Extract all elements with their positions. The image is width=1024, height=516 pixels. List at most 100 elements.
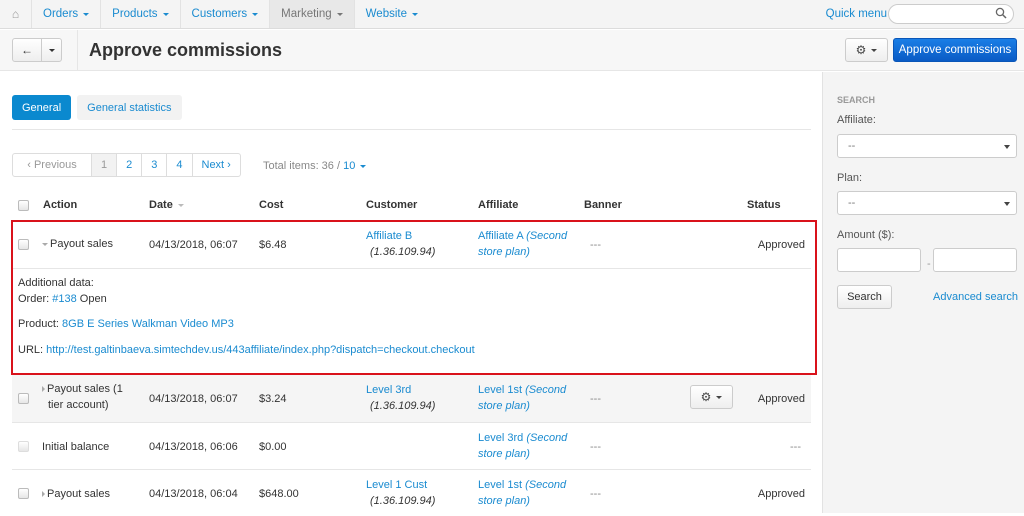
nav-website[interactable]: Website — [355, 0, 429, 28]
row-checkbox[interactable] — [18, 393, 29, 404]
affiliate-link[interactable]: Level 3rd (Second store plan) — [478, 432, 567, 460]
row-status: Approved — [757, 488, 805, 500]
quick-menu-link[interactable]: Quick menu — [826, 8, 887, 20]
row-customer: Level 1 Cust (1.36.109.94) — [366, 477, 435, 509]
next-page-button[interactable]: Next › — [191, 154, 240, 176]
customer-ip: (1.36.109.94) — [370, 495, 436, 507]
items-per-page-value: 10 — [343, 160, 356, 172]
approve-commissions-button[interactable]: Approve commissions — [893, 38, 1017, 62]
row-affiliate: Level 1st (Second store plan) — [478, 477, 566, 509]
row-date: 04/13/2018, 06:07 — [149, 393, 238, 405]
chevron-down-icon — [360, 164, 367, 168]
affiliate-link[interactable]: Level 1st (Second store plan) — [478, 384, 566, 412]
order-status: Open — [76, 293, 107, 305]
nav-products[interactable]: Products — [101, 0, 181, 28]
row-date: 04/13/2018, 06:04 — [149, 488, 238, 500]
customer-link[interactable]: Level 3rd — [366, 384, 411, 396]
chevron-down-icon — [716, 395, 723, 399]
row-action[interactable]: Payout sales (1 tier account) — [42, 381, 123, 413]
product-link[interactable]: 8GB E Series Walkman Video MP3 — [62, 318, 234, 330]
column-customer: Customer — [366, 199, 418, 211]
affiliate-name: Level 1st — [478, 384, 523, 396]
previous-page-button[interactable]: ‹ Previous — [13, 154, 91, 176]
nav-orders[interactable]: Orders — [32, 0, 102, 28]
settings-dropdown-button[interactable]: ⚙ — [845, 38, 888, 62]
affiliate-plan: (Second — [525, 384, 567, 396]
row-affiliate: Level 1st (Second store plan) — [478, 382, 566, 414]
page-3-button[interactable]: 3 — [141, 154, 166, 176]
tab-general[interactable]: General — [12, 95, 72, 120]
row-actions-dropdown[interactable]: ⚙ — [690, 385, 733, 409]
row-checkbox[interactable] — [18, 488, 29, 499]
url-link[interactable]: http://test.galtinbaeva.simtechdev.us/44… — [46, 344, 475, 356]
affiliate-link[interactable]: Affiliate A (Second store plan) — [478, 230, 567, 258]
affiliate-select[interactable]: -- — [837, 134, 1017, 158]
order-link[interactable]: #138 — [52, 293, 76, 305]
page-title: Approve commissions — [89, 40, 283, 60]
column-date[interactable]: Date — [149, 199, 184, 211]
select-all-checkbox[interactable] — [18, 200, 29, 211]
column-banner: Banner — [584, 199, 622, 211]
row-status: --- — [790, 441, 801, 453]
chevron-down-icon — [162, 12, 169, 16]
total-items: Total items: 36 / 10 — [263, 160, 367, 172]
items-per-page-dropdown[interactable]: 10 — [343, 160, 367, 172]
page-4-button[interactable]: 4 — [166, 154, 191, 176]
amount-separator: - — [927, 258, 931, 270]
customer-link[interactable]: Affiliate B — [366, 230, 412, 242]
details-product: Product: 8GB E Series Walkman Video MP3 — [18, 318, 234, 330]
row-cost: $648.00 — [259, 488, 299, 500]
row-status: Approved — [757, 239, 805, 251]
expand-icon[interactable] — [42, 491, 45, 498]
home-icon[interactable]: ⌂ — [0, 0, 32, 28]
chevron-down-icon — [252, 12, 259, 16]
main-content: General General statistics ‹ Previous 1 … — [0, 72, 822, 513]
header-divider — [77, 30, 78, 71]
back-dropdown-button[interactable] — [41, 39, 61, 61]
page-2-button[interactable]: 2 — [116, 154, 141, 176]
nav-customers[interactable]: Customers — [181, 0, 271, 28]
row-checkbox[interactable] — [18, 239, 29, 250]
column-cost: Cost — [259, 199, 284, 211]
search-icon[interactable] — [995, 7, 1007, 19]
collapse-icon[interactable] — [42, 242, 48, 246]
tabs-divider — [12, 129, 811, 130]
row-details: Additional data: Order: #138 Open Produc… — [12, 268, 811, 372]
expand-icon[interactable] — [42, 386, 45, 393]
customer-ip: (1.36.109.94) — [370, 400, 436, 412]
row-banner: --- — [590, 441, 601, 453]
row-action-label: Payout sales — [47, 488, 110, 500]
row-affiliate: Level 3rd (Second store plan) — [478, 430, 567, 462]
search-button[interactable]: Search — [837, 285, 892, 309]
amount-to-input[interactable] — [933, 248, 1017, 272]
row-action[interactable]: Payout sales — [42, 486, 110, 502]
affiliate-name: Level 3rd — [478, 432, 524, 444]
top-navigation: ⌂ Orders Products Customers Marketing We… — [0, 0, 1024, 29]
customer-link[interactable]: Level 1 Cust — [366, 479, 427, 491]
nav-orders-label: Orders — [43, 8, 79, 20]
affiliate-label: Affiliate: — [837, 114, 876, 126]
row-action[interactable]: Payout sales — [42, 236, 113, 252]
affiliate-select-value: -- — [848, 140, 856, 152]
chevron-down-icon — [83, 12, 90, 16]
amount-from-input[interactable] — [837, 248, 921, 272]
plan-select[interactable]: -- — [837, 191, 1017, 215]
affiliate-link[interactable]: Level 1st (Second store plan) — [478, 479, 566, 507]
table-header: Action Date Cost Customer Affiliate Bann… — [12, 192, 811, 218]
page-1-button[interactable]: 1 — [91, 154, 117, 176]
affiliate-plan-cont: store plan) — [478, 400, 530, 412]
tab-general-statistics[interactable]: General statistics — [77, 95, 182, 120]
sort-down-icon — [177, 203, 184, 207]
advanced-search-link[interactable]: Advanced search — [933, 291, 1018, 303]
quick-search-input[interactable] — [888, 4, 1014, 24]
tabs: General General statistics — [12, 95, 182, 120]
affiliate-name: Affiliate A — [478, 230, 524, 242]
chevron-down-icon — [412, 12, 418, 16]
nav-marketing[interactable]: Marketing — [270, 0, 355, 28]
search-sidebar: SEARCH Affiliate: -- Plan: -- Amount ($)… — [822, 72, 1024, 513]
row-checkbox[interactable] — [18, 441, 29, 452]
back-arrow-icon[interactable]: ← — [13, 39, 41, 61]
row-affiliate: Affiliate A (Second store plan) — [478, 228, 567, 260]
pagination: ‹ Previous 1 2 3 4 Next › — [12, 153, 241, 177]
chevron-down-icon — [1004, 145, 1010, 149]
